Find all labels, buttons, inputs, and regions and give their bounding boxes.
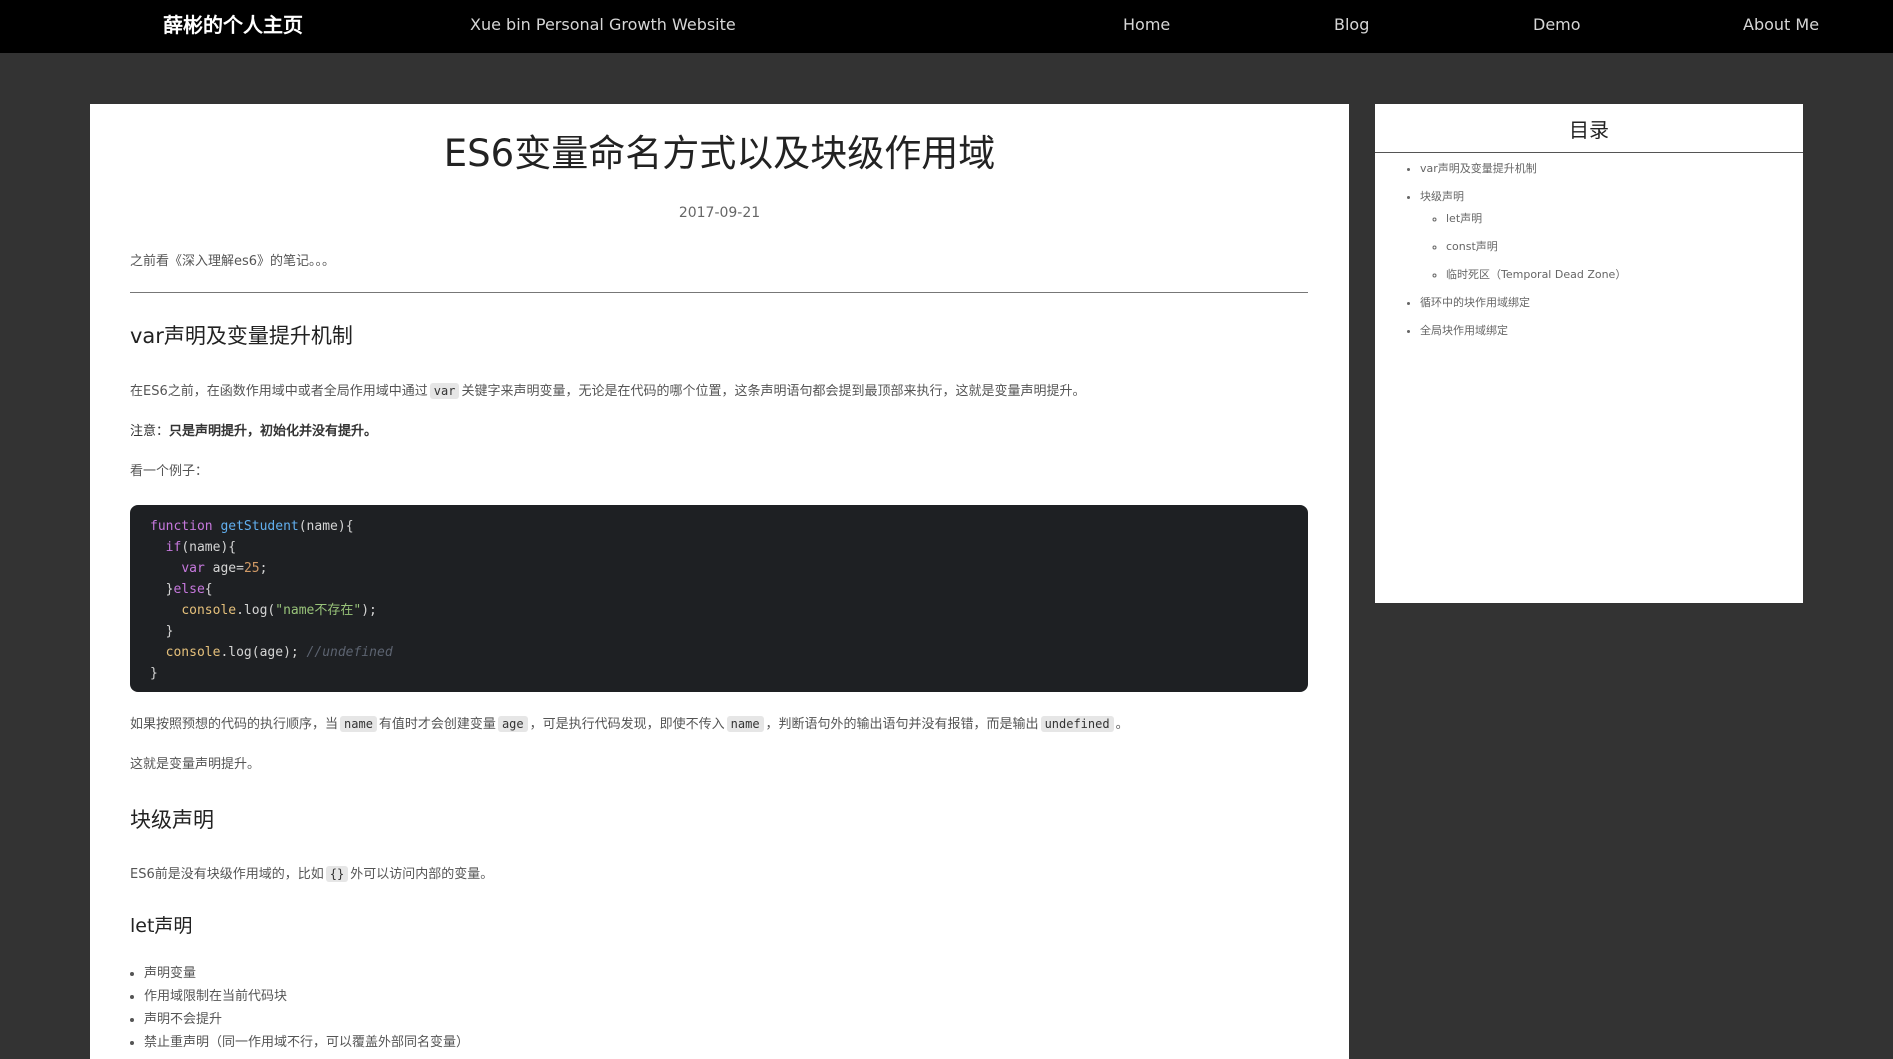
inline-code-name: name (726, 716, 764, 732)
article-panel: ES6变量命名方式以及块级作用域 2017-09-21 之前看《深入理解es6》… (90, 104, 1349, 1059)
code-line: function getStudent(name){ (150, 516, 1288, 537)
inline-code-var: var (429, 383, 460, 399)
inline-code-age: age (497, 716, 528, 732)
toc-subitem[interactable]: 临时死区（Temporal Dead Zone） (1446, 268, 1626, 282)
code-text: } (165, 624, 174, 639)
top-navbar: 薛彬的个人主页 Xue bin Personal Growth Website … (0, 0, 1893, 53)
code-text: .log( (236, 603, 276, 618)
text-segment: ，判断语句外的输出语句并没有报错，而是输出 (765, 717, 1039, 732)
divider (130, 292, 1308, 293)
code-text: { (204, 582, 213, 597)
code-text: (name){ (181, 540, 237, 555)
site-tagline: Xue bin Personal Growth Website (470, 15, 736, 34)
nav-link-blog[interactable]: Blog (1334, 0, 1369, 50)
code-keyword: function (150, 519, 213, 534)
section-heading-block: 块级声明 (130, 808, 214, 832)
toc-subitem[interactable]: const声明 (1446, 240, 1626, 254)
toc-item-label[interactable]: 块级声明 (1420, 190, 1464, 203)
text-segment: ，可是执行代码发现，即使不传入 (529, 717, 725, 732)
toc-item[interactable]: 全局块作用域绑定 (1420, 324, 1626, 338)
code-text: ); (361, 603, 377, 618)
toc-item-label[interactable]: var声明及变量提升机制 (1420, 162, 1537, 175)
section-heading-var: var声明及变量提升机制 (130, 324, 353, 348)
code-keyword: if (165, 540, 182, 555)
code-text: (name){ (298, 519, 354, 534)
nav-link-about-me[interactable]: About Me (1743, 0, 1819, 50)
inline-code-braces: {} (325, 866, 349, 882)
toc-item[interactable]: 块级声明 let声明 const声明 临时死区（Temporal Dead Zo… (1420, 190, 1626, 282)
code-keyword: var (181, 561, 205, 576)
note-strong: 只是声明提升，初始化并没有提升。 (169, 424, 378, 439)
toc-title: 目录 (1375, 104, 1803, 153)
post-title: ES6变量命名方式以及块级作用域 (443, 132, 996, 175)
nav-link-demo[interactable]: Demo (1533, 0, 1581, 50)
toc-subitem[interactable]: let声明 (1446, 212, 1626, 226)
code-text: } (150, 666, 158, 681)
text-segment: 关键字来声明变量，无论是在代码的哪个位置，这条声明语句都会提到最顶部来执行，这就… (461, 384, 1086, 399)
subsection-heading-let: let声明 (130, 915, 193, 937)
paragraph-conclusion: 这就是变量声明提升。 (130, 757, 261, 772)
code-comment: //undefined (306, 645, 393, 660)
text-segment: ES6前是没有块级作用域的，比如 (130, 867, 324, 882)
list-item: 声明不会提升 (144, 1008, 469, 1031)
text-segment: 有值时才会创建变量 (378, 717, 496, 732)
text-segment: 。 (1115, 717, 1129, 732)
list-item: 作用域限制在当前代码块 (144, 985, 469, 1008)
nav-link-home[interactable]: Home (1123, 0, 1170, 50)
code-line: var age=25; (150, 558, 1288, 579)
paragraph-block-intro: ES6前是没有块级作用域的，比如{} 外可以访问内部的变量。 (130, 864, 493, 885)
toc-item-label[interactable]: 循环中的块作用域绑定 (1420, 296, 1530, 309)
code-function-name: getStudent (220, 519, 299, 534)
site-brand[interactable]: 薛彬的个人主页 (163, 0, 303, 50)
code-line: console.log(age); //undefined (150, 642, 1288, 663)
post-date: 2017-09-21 (678, 205, 761, 221)
text-segment: 外可以访问内部的变量。 (350, 867, 494, 882)
toc-item-label[interactable]: 全局块作用域绑定 (1420, 324, 1508, 337)
code-block: function getStudent(name){ if(name){ var… (130, 505, 1308, 692)
code-text: age= (204, 561, 244, 576)
code-line: } (150, 663, 1288, 684)
toc-panel: 目录 var声明及变量提升机制 块级声明 let声明 const声明 临时死区（… (1375, 104, 1803, 603)
intro-paragraph: 之前看《深入理解es6》的笔记。。。 (130, 254, 336, 269)
code-text: ; (259, 561, 268, 576)
code-text: .log(age); (220, 645, 307, 660)
code-line: console.log("name不存在"); (150, 600, 1288, 621)
toc-item[interactable]: 循环中的块作用域绑定 (1420, 296, 1626, 310)
code-keyword: else (173, 582, 205, 597)
toc-sublist: let声明 const声明 临时死区（Temporal Dead Zone） (1420, 212, 1626, 282)
list-item: 声明变量 (144, 962, 469, 985)
toc-list: var声明及变量提升机制 块级声明 let声明 const声明 临时死区（Tem… (1405, 162, 1626, 352)
paragraph-var-intro: 在ES6之前，在函数作用域中或者全局作用域中通过 var 关键字来声明变量，无论是在… (130, 381, 1085, 402)
list-item: 禁止重声明（同一作用域不行，可以覆盖外部同名变量） (144, 1031, 469, 1054)
code-object: console (165, 645, 221, 660)
text-segment: 如果按照预想的代码的执行顺序，当 (130, 717, 339, 732)
code-string: "name不存在" (275, 603, 362, 618)
paragraph-explanation: 如果按照预想的代码的执行顺序，当 name 有值时才会创建变量 age ，可是执行代码发… (130, 714, 1129, 735)
code-object: console (181, 603, 237, 618)
code-line: } (150, 621, 1288, 642)
let-feature-list: 声明变量 作用域限制在当前代码块 声明不会提升 禁止重声明（同一作用域不行，可以… (130, 962, 469, 1054)
code-line: }else{ (150, 579, 1288, 600)
text-segment: 在ES6之前，在函数作用域中或者全局作用域中通过 (130, 384, 428, 399)
note-prefix: 注意： (130, 424, 170, 439)
inline-code-name: name (340, 716, 377, 732)
code-number: 25 (243, 561, 260, 576)
paragraph-note: 注意：只是声明提升，初始化并没有提升。 (130, 422, 377, 442)
code-line: if(name){ (150, 537, 1288, 558)
paragraph-example: 看一个例子： (130, 464, 209, 479)
inline-code-undefined: undefined (1040, 716, 1114, 732)
toc-item[interactable]: var声明及变量提升机制 (1420, 162, 1626, 176)
